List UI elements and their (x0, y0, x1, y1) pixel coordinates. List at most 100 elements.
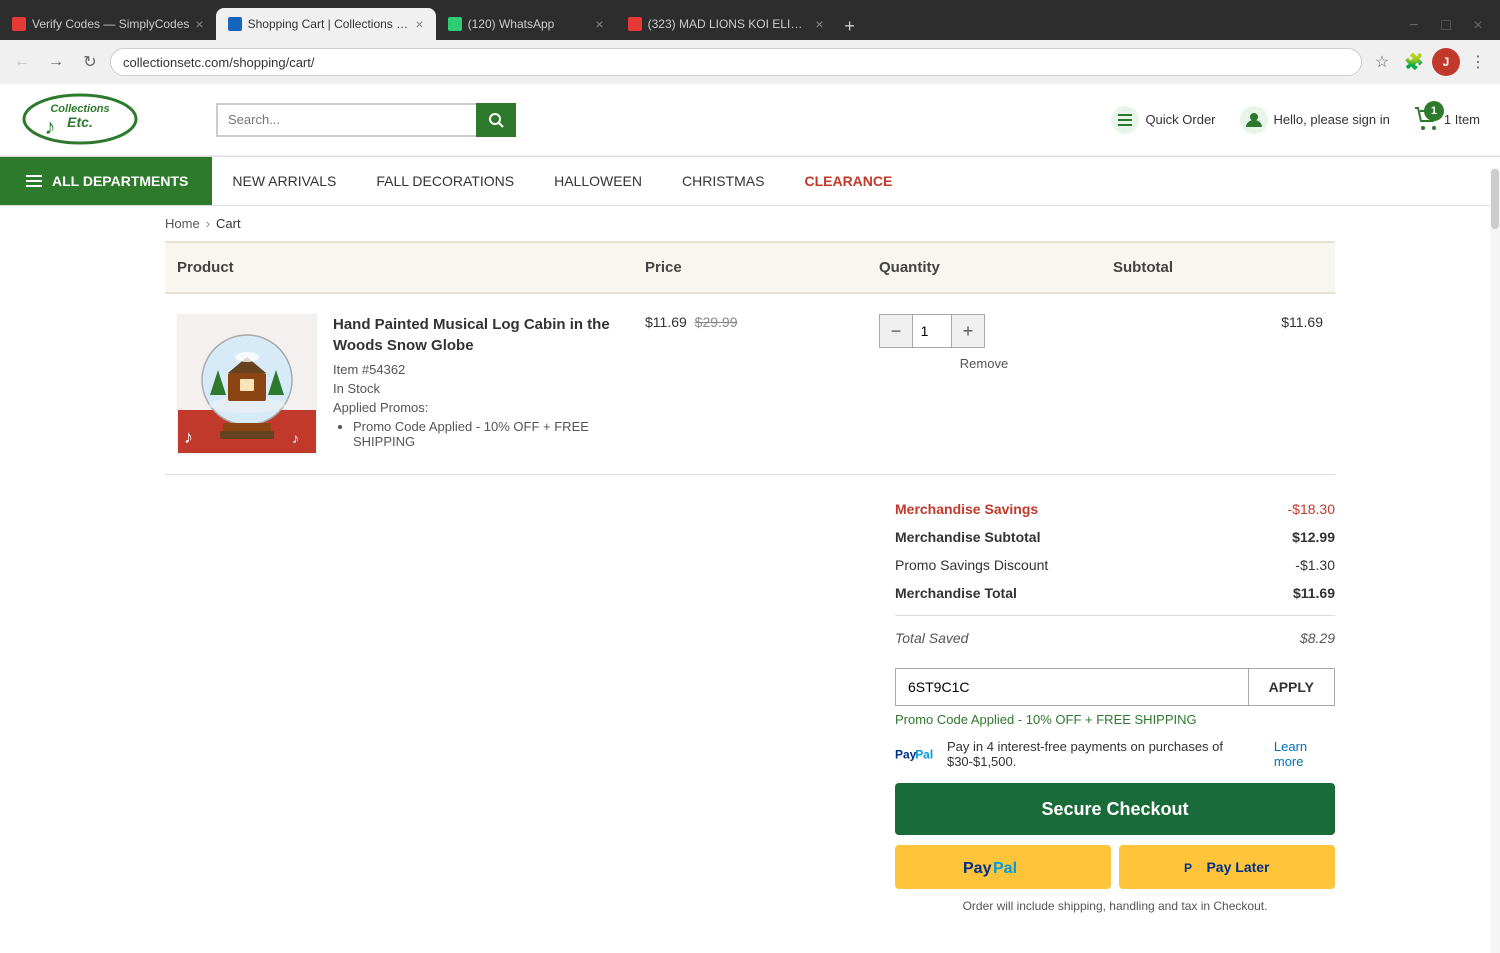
tab4-label: (323) MAD LIONS KOI ELIM... (648, 17, 810, 31)
bookmark-button[interactable]: ☆ (1368, 48, 1396, 76)
breadcrumb: Home › Cart (0, 206, 1500, 241)
nav-item-clearance[interactable]: CLEARANCE (804, 159, 892, 203)
profile-button[interactable]: J (1432, 48, 1460, 76)
nav-item-new-arrivals[interactable]: NEW ARRIVALS (232, 159, 336, 203)
tab-verify-codes[interactable]: Verify Codes — SimplyCodes × (0, 8, 216, 40)
tab1-favicon (12, 17, 26, 31)
logo[interactable]: Collections Etc. ♪ (20, 92, 140, 147)
paypal-button[interactable]: Pay Pal (895, 845, 1111, 889)
header-subtotal: Subtotal (1101, 255, 1335, 280)
nav-item-fall-decorations[interactable]: FALL DECORATIONS (376, 159, 514, 203)
promo-apply-button[interactable]: APPLY (1249, 668, 1335, 706)
tab-mad-lions[interactable]: (323) MAD LIONS KOI ELIM... × (616, 8, 836, 40)
quick-order-label: Quick Order (1145, 112, 1215, 127)
back-button[interactable]: ← (8, 48, 36, 76)
refresh-button[interactable]: ↻ (76, 48, 104, 76)
promo-item: Promo Code Applied - 10% OFF + FREE SHIP… (353, 419, 621, 449)
tab4-close-icon[interactable]: × (815, 16, 823, 32)
promo-savings-label: Promo Savings Discount (895, 557, 1048, 573)
quick-order-action[interactable]: Quick Order (1111, 106, 1215, 134)
search-button[interactable] (476, 103, 516, 137)
sign-in-action[interactable]: Hello, please sign in (1240, 106, 1390, 134)
tab3-close-icon[interactable]: × (595, 16, 603, 32)
header-actions: Quick Order Hello, please sign in (1111, 105, 1480, 134)
cart-content: Product Price Quantity Subtotal (0, 241, 1500, 953)
new-tab-button[interactable]: + (836, 12, 864, 40)
promo-savings-row: Promo Savings Discount -$1.30 (895, 551, 1335, 579)
maximize-button[interactable]: □ (1432, 12, 1460, 40)
merchandise-total-value: $11.69 (1293, 585, 1335, 601)
total-saved-value: $8.29 (1300, 630, 1335, 646)
nav-items: NEW ARRIVALS FALL DECORATIONS HALLOWEEN … (212, 157, 1500, 205)
breadcrumb-separator: › (206, 216, 210, 231)
subtotal-cell: $11.69 (1101, 314, 1335, 330)
nav-item-halloween[interactable]: HALLOWEEN (554, 159, 642, 203)
merchandise-total-row: Merchandise Total $11.69 (895, 579, 1335, 607)
secure-checkout-button[interactable]: Secure Checkout (895, 783, 1335, 835)
product-item-number: Item #54362 (333, 362, 621, 377)
paypal-logo-small: Pay Pal (895, 745, 941, 763)
pay-later-button[interactable]: P Pay Later (1119, 845, 1335, 889)
svg-text:Pal: Pal (993, 860, 1017, 877)
promo-list: Promo Code Applied - 10% OFF + FREE SHIP… (353, 419, 621, 449)
pay-later-label: Pay Later (1206, 859, 1269, 875)
promo-savings-value: -$1.30 (1295, 557, 1335, 573)
url-bar[interactable] (110, 48, 1362, 76)
header-product: Product (165, 255, 633, 280)
cart-table-header: Product Price Quantity Subtotal (165, 241, 1335, 294)
extensions-button[interactable]: 🧩 (1400, 48, 1428, 76)
person-icon (1240, 106, 1268, 134)
browser-menu-button[interactable]: ⋮ (1464, 48, 1492, 76)
quantity-increase-button[interactable]: + (952, 315, 984, 347)
subtotal-value: $11.69 (1281, 314, 1323, 330)
site-header: Collections Etc. ♪ (0, 84, 1500, 156)
product-stock: In Stock (333, 381, 621, 396)
product-name: Hand Painted Musical Log Cabin in the Wo… (333, 314, 621, 356)
merchandise-savings-value: -$18.30 (1288, 501, 1335, 517)
svg-text:P: P (1184, 861, 1192, 875)
all-departments-label: ALL DEPARTMENTS (52, 173, 188, 189)
tab1-close-icon[interactable]: × (195, 16, 203, 32)
quantity-input[interactable] (912, 315, 952, 347)
paypal-message-text: Pay in 4 interest-free payments on purch… (947, 739, 1268, 769)
quantity-cell: − + Remove (867, 314, 1101, 371)
scrollbar[interactable] (1490, 168, 1500, 953)
forward-button[interactable]: → (42, 48, 70, 76)
price-cell: $11.69 $29.99 (633, 314, 867, 330)
tab-shopping-cart[interactable]: Shopping Cart | Collections Etc. × (216, 8, 436, 40)
price-original: $29.99 (695, 314, 738, 330)
tab2-favicon (228, 17, 242, 31)
window-close-button[interactable]: × (1464, 12, 1492, 40)
all-departments-menu[interactable]: ALL DEPARTMENTS (0, 157, 212, 205)
tab3-label: (120) WhatsApp (468, 17, 590, 31)
promo-code-input[interactable] (895, 668, 1249, 706)
price-current: $11.69 (645, 314, 687, 330)
tab2-close-icon[interactable]: × (415, 16, 423, 32)
merchandise-subtotal-row: Merchandise Subtotal $12.99 (895, 523, 1335, 551)
browser-nav-bar: ← → ↻ ☆ 🧩 J ⋮ (0, 40, 1500, 84)
product-image: ♪ ♪ (177, 314, 317, 454)
remove-item-link[interactable]: Remove (879, 356, 1089, 371)
promo-section: APPLY Promo Code Applied - 10% OFF + FRE… (895, 668, 1335, 727)
nav-menu: ALL DEPARTMENTS NEW ARRIVALS FALL DECORA… (0, 156, 1500, 206)
tab-bar: Verify Codes — SimplyCodes × Shopping Ca… (0, 0, 1500, 40)
product-cell: ♪ ♪ Hand Painted Musical Log Cabin in th… (165, 314, 633, 454)
search-input[interactable] (216, 103, 476, 137)
total-saved-row: Total Saved $8.29 (895, 624, 1335, 652)
header-quantity: Quantity (867, 255, 1101, 280)
cart-action[interactable]: 1 1 Item (1414, 105, 1480, 134)
order-summary: Merchandise Savings -$18.30 Merchandise … (165, 495, 1335, 913)
minimize-button[interactable]: − (1400, 12, 1428, 40)
svg-text:♪: ♪ (184, 427, 193, 447)
breadcrumb-home[interactable]: Home (165, 216, 200, 231)
nav-item-christmas[interactable]: CHRISTMAS (682, 159, 764, 203)
search-icon (488, 112, 504, 128)
breadcrumb-current: Cart (216, 216, 241, 231)
scrollbar-thumb[interactable] (1491, 169, 1499, 229)
tab-whatsapp[interactable]: (120) WhatsApp × (436, 8, 616, 40)
paypal-learn-more-link[interactable]: Learn more (1274, 739, 1335, 769)
header-search (216, 103, 516, 137)
promo-input-row: APPLY (895, 668, 1335, 706)
quantity-stepper: − + (879, 314, 985, 348)
quantity-decrease-button[interactable]: − (880, 315, 912, 347)
